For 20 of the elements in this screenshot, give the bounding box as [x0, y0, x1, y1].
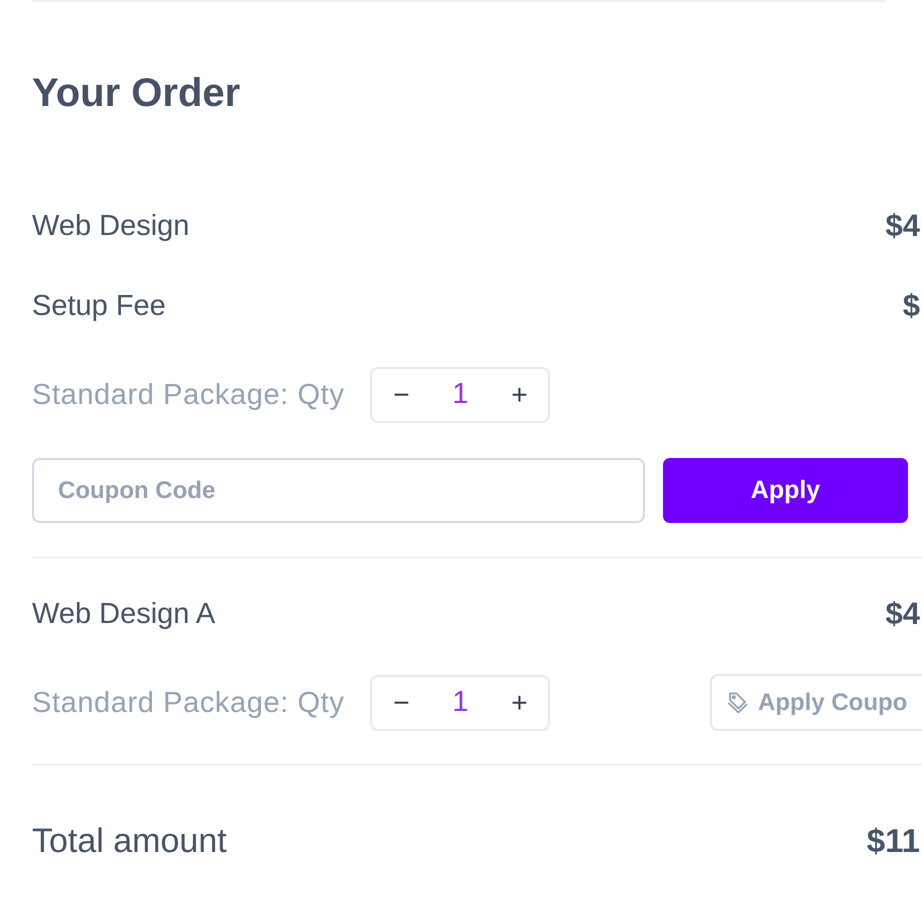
- total-amount: $11: [866, 821, 920, 861]
- item-price: $4: [886, 595, 920, 633]
- total-label: Total amount: [32, 821, 227, 861]
- quantity-label: Standard Package: Qty: [32, 686, 344, 720]
- apply-button[interactable]: Apply: [663, 458, 908, 523]
- decrement-button[interactable]: −: [372, 368, 430, 420]
- quantity-value: 1: [451, 686, 470, 719]
- quantity-label: Standard Package: Qty: [32, 378, 344, 412]
- increment-button[interactable]: +: [490, 676, 548, 728]
- item-name: Setup Fee: [32, 289, 166, 324]
- tag-icon: [728, 692, 748, 713]
- item-price: $4: [886, 207, 920, 245]
- order-title: Your Order: [32, 70, 242, 117]
- quantity-value: 1: [451, 378, 470, 411]
- decrement-button[interactable]: −: [372, 676, 430, 728]
- item-price: $: [902, 287, 920, 325]
- item-name: Web Design: [32, 209, 190, 244]
- coupon-code-field[interactable]: Coupon Code: [32, 458, 645, 523]
- item-name: Web Design A: [32, 597, 216, 632]
- increment-button[interactable]: +: [490, 368, 548, 420]
